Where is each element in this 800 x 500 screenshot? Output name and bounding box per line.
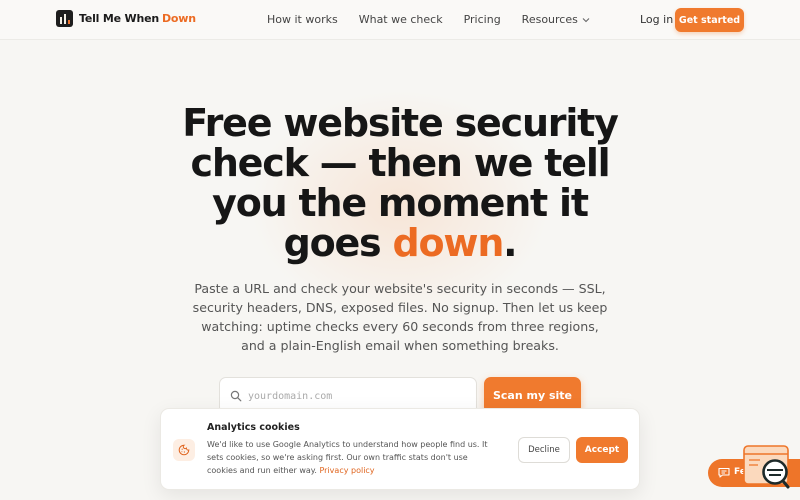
nav-link-pricing[interactable]: Pricing <box>464 13 501 26</box>
nav-link-resources-label: Resources <box>521 13 578 26</box>
chat-icon <box>718 467 730 478</box>
cookie-banner: Analytics cookies We'd like to use Googl… <box>160 408 640 490</box>
accept-cookies-button[interactable]: Accept <box>576 437 628 463</box>
nav-dropdown-resources[interactable]: Resources <box>522 13 590 26</box>
feedback-mascot-icon[interactable] <box>742 444 790 490</box>
hero-headline-accent: down <box>392 221 505 265</box>
login-link[interactable]: Log in <box>640 13 673 26</box>
decline-cookies-button[interactable]: Decline <box>518 437 570 463</box>
url-input[interactable] <box>248 386 468 406</box>
chevron-down-icon <box>582 17 590 22</box>
cookie-banner-text: We'd like to use Google Analytics to und… <box>207 438 499 477</box>
nav-link-what-we-check[interactable]: What we check <box>359 13 443 26</box>
get-started-button[interactable]: Get started <box>675 8 744 32</box>
hero-headline-period: . <box>503 221 517 265</box>
brand-logo-link[interactable]: Tell Me When Down <box>56 9 196 27</box>
privacy-policy-link[interactable]: Privacy policy <box>319 466 374 475</box>
top-navigation: Tell Me When Down How it works What we c… <box>0 0 800 40</box>
logo-icon <box>56 9 73 27</box>
brand-name: Tell Me When <box>79 11 159 25</box>
hero-subtext: Paste a URL and check your website's sec… <box>192 281 608 353</box>
nav-links: How it works What we check Pricing Resou… <box>267 13 611 26</box>
cookie-icon <box>173 439 195 461</box>
nav-link-how-it-works[interactable]: How it works <box>267 13 338 26</box>
hero-headline: Free website security check — then we te… <box>180 103 620 263</box>
brand-name-accent: Down <box>161 11 196 25</box>
search-icon <box>230 390 242 402</box>
cookie-banner-title: Analytics cookies <box>207 422 300 433</box>
